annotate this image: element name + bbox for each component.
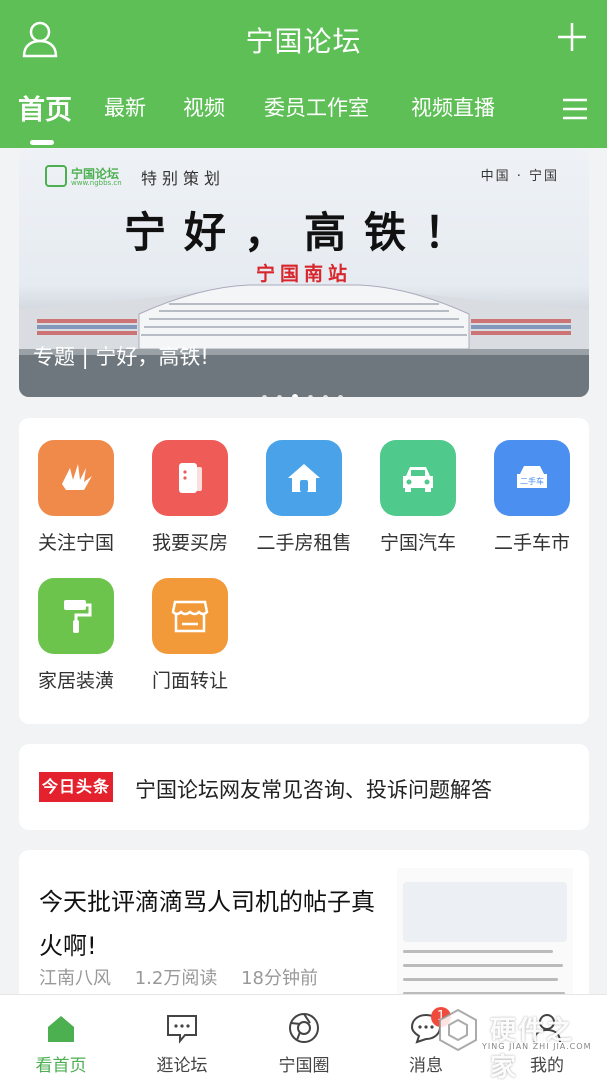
- banner-logo-url: www.ngbbs.cn: [71, 179, 122, 187]
- nav-ningguo-circle[interactable]: 宁国圈: [259, 1011, 349, 1076]
- car-icon: [380, 440, 456, 516]
- forum-icon: [167, 1015, 197, 1044]
- thumbnail-quote-box: [403, 882, 567, 942]
- house-icon: [266, 440, 342, 516]
- menu-icon[interactable]: [561, 97, 589, 121]
- service-home-decoration[interactable]: 家居装潢: [26, 578, 126, 693]
- circle-icon: [289, 1013, 319, 1043]
- tab-bar: 首页 最新 视频 委员工作室 视频直播: [0, 92, 607, 132]
- service-label: 关注宁国: [37, 532, 114, 554]
- banner-special-label: 特别策划: [141, 169, 226, 188]
- carousel-dot[interactable]: [308, 395, 313, 397]
- carousel-dot-active[interactable]: [292, 394, 298, 397]
- post-reads: 1.2万阅读: [134, 968, 218, 989]
- service-label: 我要买房: [151, 532, 228, 554]
- nav-home[interactable]: 看首页: [16, 1011, 106, 1076]
- headline-news-card[interactable]: 今日头条 宁国论坛网友常见咨询、投诉问题解答: [19, 744, 589, 830]
- logo-mark-icon: [45, 165, 67, 187]
- used-car-icon-text: 二手车: [520, 476, 544, 486]
- post-time: 18分钟前: [241, 968, 319, 989]
- banner-logo: 宁国论坛 www.ngbbs.cn: [45, 165, 127, 187]
- post-card[interactable]: 今天批评滴滴骂人司机的帖子真火啊! 江南八风 1.2万阅读 18分钟前: [19, 850, 589, 1010]
- phone-icon: [152, 440, 228, 516]
- hand-icon: [38, 440, 114, 516]
- tab-latest[interactable]: 最新: [104, 92, 146, 122]
- watermark-sub: YING JIAN ZHI JIA.COM: [482, 1042, 592, 1051]
- post-title: 今天批评滴滴骂人司机的帖子真火啊!: [39, 888, 375, 960]
- nav-label: 看首页: [35, 1056, 87, 1076]
- service-label: 门面转让: [151, 670, 228, 692]
- banner-region: 中国 · 宁国: [480, 169, 559, 184]
- tab-home[interactable]: 首页: [18, 88, 72, 127]
- service-label: 宁国汽车: [379, 532, 456, 554]
- news-headline: 宁国论坛网友常见咨询、投诉问题解答: [135, 778, 492, 802]
- home-icon: [48, 1016, 74, 1042]
- paint-roller-icon: [38, 578, 114, 654]
- post-meta: 江南八风 1.2万阅读 18分钟前: [39, 964, 336, 990]
- service-used-car-market[interactable]: 二手车 二手车市: [482, 440, 582, 555]
- plus-icon[interactable]: [555, 20, 589, 54]
- hexagon-logo-icon: [439, 1008, 477, 1052]
- banner-headline: 宁好，高铁！: [123, 208, 484, 257]
- nav-label: 逛论坛: [156, 1056, 208, 1076]
- carousel-dot[interactable]: [323, 395, 328, 397]
- thumbnail-text-line: [403, 950, 553, 953]
- app-title: 宁国论坛: [245, 25, 362, 58]
- service-label: 二手房租售: [256, 532, 352, 554]
- tab-video[interactable]: 视频: [183, 92, 225, 122]
- tab-committee-studio[interactable]: 委员工作室: [264, 92, 369, 122]
- tab-video-live[interactable]: 视频直播: [411, 92, 495, 122]
- site-watermark: 硬件之家 YING JIAN ZHI JIA.COM: [436, 1006, 596, 1080]
- post-thumbnail: [397, 868, 573, 1008]
- service-follow-ningguo[interactable]: 关注宁国: [26, 440, 126, 555]
- service-grid: 关注宁国 我要买房 二手房租售 宁国汽车 二手车 二手车市 家居装潢 门面转让: [19, 418, 589, 724]
- nav-label: 消息: [409, 1056, 443, 1076]
- service-ningguo-car[interactable]: 宁国汽车: [368, 440, 468, 555]
- used-car-icon: 二手车: [494, 440, 570, 516]
- carousel-dots[interactable]: [262, 385, 353, 397]
- carousel-dot[interactable]: [277, 395, 282, 397]
- carousel-dot[interactable]: [262, 395, 267, 397]
- service-storefront-transfer[interactable]: 门面转让: [140, 578, 240, 693]
- toutiao-logo: 今日头条: [39, 772, 113, 802]
- service-buy-house[interactable]: 我要买房: [140, 440, 240, 555]
- nav-label: 宁国圈: [278, 1056, 330, 1076]
- banner-caption: 专题 | 宁好，高铁!: [33, 345, 209, 369]
- storefront-icon: [152, 578, 228, 654]
- service-label: 家居装潢: [37, 670, 114, 692]
- app-header: 宁国论坛 首页 最新 视频 委员工作室 视频直播: [0, 0, 607, 148]
- nav-forum[interactable]: 逛论坛: [137, 1011, 227, 1076]
- active-tab-indicator: [30, 140, 54, 145]
- service-second-hand-house[interactable]: 二手房租售: [254, 440, 354, 555]
- carousel-dot[interactable]: [338, 395, 343, 397]
- station-building-image: [19, 284, 589, 397]
- feature-banner[interactable]: 宁国论坛 www.ngbbs.cn 特别策划 中国 · 宁国 宁好，高铁！ 宁国…: [19, 149, 589, 397]
- service-label: 二手车市: [493, 532, 570, 554]
- post-author: 江南八风: [39, 968, 111, 989]
- thumbnail-text-line: [403, 978, 558, 981]
- thumbnail-text-line: [403, 964, 563, 967]
